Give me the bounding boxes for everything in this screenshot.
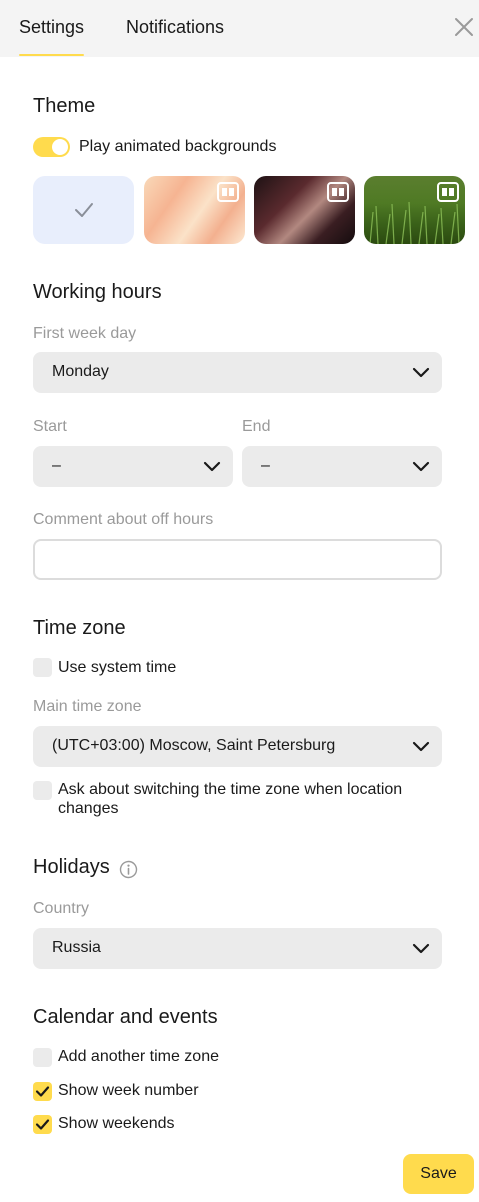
add-time-zone-label: Add another time zone (58, 1048, 219, 1065)
theme-thumb-dark[interactable] (254, 176, 355, 244)
animated-backgrounds-label: Play animated backgrounds (79, 138, 277, 155)
show-week-number-checkbox[interactable] (33, 1082, 52, 1101)
close-icon[interactable] (453, 16, 475, 38)
tab-settings[interactable]: Settings (19, 17, 85, 56)
save-button[interactable]: Save (403, 1154, 474, 1194)
end-time-value: – (261, 457, 270, 474)
chevron-down-icon (412, 741, 430, 752)
country-select[interactable]: Russia (33, 928, 442, 969)
country-label: Country (33, 900, 90, 917)
end-time-select[interactable]: – (242, 446, 442, 487)
theme-heading: Theme (33, 95, 96, 117)
tab-notifications[interactable]: Notifications (126, 17, 224, 38)
check-icon (35, 1119, 50, 1130)
main-time-zone-select[interactable]: (UTC+03:00) Moscow, Saint Petersburg (33, 726, 442, 767)
main-time-zone-label: Main time zone (33, 698, 142, 715)
animated-backgrounds-toggle[interactable] (33, 137, 70, 157)
check-icon (75, 203, 93, 217)
start-time-select[interactable]: – (33, 446, 233, 487)
theme-thumb-peach[interactable] (144, 176, 245, 244)
use-system-time-label: Use system time (58, 659, 177, 676)
first-week-day-select[interactable]: Monday (33, 352, 442, 393)
chevron-down-icon (203, 461, 221, 472)
end-label: End (242, 418, 271, 435)
comment-off-hours-input[interactable] (33, 539, 442, 580)
time-zone-heading: Time zone (33, 617, 126, 639)
working-hours-heading: Working hours (33, 281, 162, 303)
show-week-number-label: Show week number (58, 1082, 199, 1099)
main-time-zone-value: (UTC+03:00) Moscow, Saint Petersburg (52, 737, 336, 754)
ask-switch-time-zone-label-line2: changes (58, 800, 119, 817)
holidays-heading: Holidays (33, 856, 110, 878)
use-system-time-checkbox[interactable] (33, 658, 52, 677)
info-icon[interactable] (119, 860, 138, 879)
add-time-zone-checkbox[interactable] (33, 1048, 52, 1067)
first-week-day-label: First week day (33, 325, 137, 342)
calendar-events-heading: Calendar and events (33, 1006, 218, 1028)
ask-switch-time-zone-checkbox[interactable] (33, 781, 52, 800)
start-label: Start (33, 418, 67, 435)
ask-switch-time-zone-label-line1: Ask about switching the time zone when l… (58, 781, 403, 798)
theme-thumb-grass[interactable] (364, 176, 465, 244)
show-weekends-label: Show weekends (58, 1115, 175, 1132)
start-time-value: – (52, 457, 61, 474)
comment-off-hours-label: Comment about off hours (33, 511, 214, 528)
check-icon (35, 1086, 50, 1097)
settings-header: Settings Notifications (0, 0, 479, 57)
film-icon (437, 182, 459, 202)
film-icon (217, 182, 239, 202)
chevron-down-icon (412, 461, 430, 472)
theme-thumb-plain[interactable] (33, 176, 134, 244)
chevron-down-icon (412, 943, 430, 954)
country-value: Russia (52, 939, 101, 956)
film-icon (327, 182, 349, 202)
show-weekends-checkbox[interactable] (33, 1115, 52, 1134)
first-week-day-value: Monday (52, 363, 109, 380)
chevron-down-icon (412, 367, 430, 378)
